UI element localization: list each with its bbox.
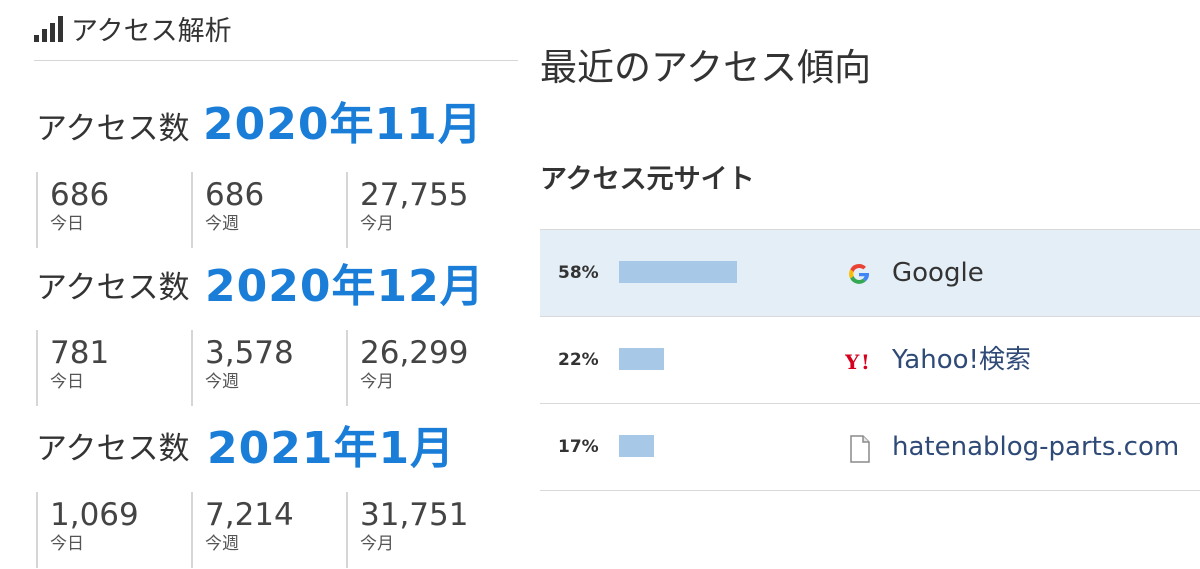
stat-unit: 今月	[360, 372, 394, 392]
recent-access-trend-title: 最近のアクセス傾向	[540, 46, 872, 89]
stat-month: 26,299 今月	[346, 330, 501, 406]
stat-week: 3,578 今週	[191, 330, 346, 406]
referrer-sites-heading: アクセス元サイト	[540, 164, 755, 195]
month-label: 2020年12月	[205, 261, 485, 312]
google-icon	[845, 260, 873, 288]
stat-unit: 今週	[205, 214, 239, 234]
referrer-site-name[interactable]: hatenablog-parts.com	[892, 404, 1179, 490]
referrer-percent: 58%	[558, 263, 599, 283]
recent-access-trend-panel: 最近のアクセス傾向 アクセス元サイト 58% Google 22% Y ! Ya…	[520, 0, 1200, 569]
signal-bars-icon	[34, 14, 63, 42]
referrer-share-bar	[619, 435, 654, 457]
svg-text:Y: Y	[845, 350, 860, 374]
referrer-site-name[interactable]: Yahoo!検索	[892, 317, 1031, 403]
month-label: 2021年1月	[207, 423, 456, 474]
referrer-share-bar	[619, 261, 737, 283]
stat-value: 1,069	[50, 497, 139, 533]
stats-row: 686 今日 686 今週 27,755 今月	[36, 172, 506, 248]
stat-value: 686	[205, 177, 265, 213]
referrer-percent: 17%	[558, 437, 599, 457]
access-count-label: アクセス数	[36, 431, 190, 467]
stat-week: 7,214 今週	[191, 492, 346, 568]
referrer-share-bar	[619, 348, 664, 370]
stat-unit: 今週	[205, 534, 239, 554]
stat-value: 686	[50, 177, 110, 213]
stat-unit: 今日	[50, 372, 84, 392]
page-icon	[845, 434, 873, 463]
stat-today: 781 今日	[36, 330, 191, 406]
referrer-row-yahoo[interactable]: 22% Y ! Yahoo!検索	[540, 317, 1200, 404]
svg-text:!: !	[861, 350, 870, 374]
stat-month: 31,751 今月	[346, 492, 501, 568]
access-count-label: アクセス数	[36, 270, 190, 306]
stats-row: 1,069 今日 7,214 今週 31,751 今月	[36, 492, 506, 568]
stat-value: 7,214	[205, 497, 294, 533]
referrer-site-list: 58% Google 22% Y ! Yahoo!検索 17% hatenabl…	[540, 229, 1200, 491]
access-analysis-panel: アクセス解析 アクセス数 2020年11月 686 今日 686 今週 27,7…	[0, 0, 520, 569]
stat-today: 1,069 今日	[36, 492, 191, 568]
stat-value: 3,578	[205, 335, 294, 371]
referrer-site-name[interactable]: Google	[892, 230, 984, 316]
access-count-label: アクセス数	[36, 111, 190, 147]
stat-month: 27,755 今月	[346, 172, 501, 248]
stats-row: 781 今日 3,578 今週 26,299 今月	[36, 330, 506, 406]
stat-unit: 今日	[50, 534, 84, 554]
stat-value: 27,755	[360, 177, 469, 213]
stat-unit: 今月	[360, 214, 394, 234]
yahoo-icon: Y !	[844, 347, 873, 375]
stat-week: 686 今週	[191, 172, 346, 248]
stat-unit: 今週	[205, 372, 239, 392]
stat-value: 31,751	[360, 497, 469, 533]
access-analysis-header: アクセス解析	[34, 8, 232, 48]
stat-unit: 今日	[50, 214, 84, 234]
referrer-percent: 22%	[558, 350, 599, 370]
referrer-row-hatenablog-parts[interactable]: 17% hatenablog-parts.com	[540, 404, 1200, 491]
header-divider	[34, 60, 518, 61]
stat-value: 781	[50, 335, 110, 371]
stat-unit: 今月	[360, 534, 394, 554]
referrer-row-google[interactable]: 58% Google	[540, 230, 1200, 317]
month-label: 2020年11月	[203, 99, 483, 150]
stat-value: 26,299	[360, 335, 469, 371]
access-analysis-title: アクセス解析	[71, 15, 232, 47]
stat-today: 686 今日	[36, 172, 191, 248]
